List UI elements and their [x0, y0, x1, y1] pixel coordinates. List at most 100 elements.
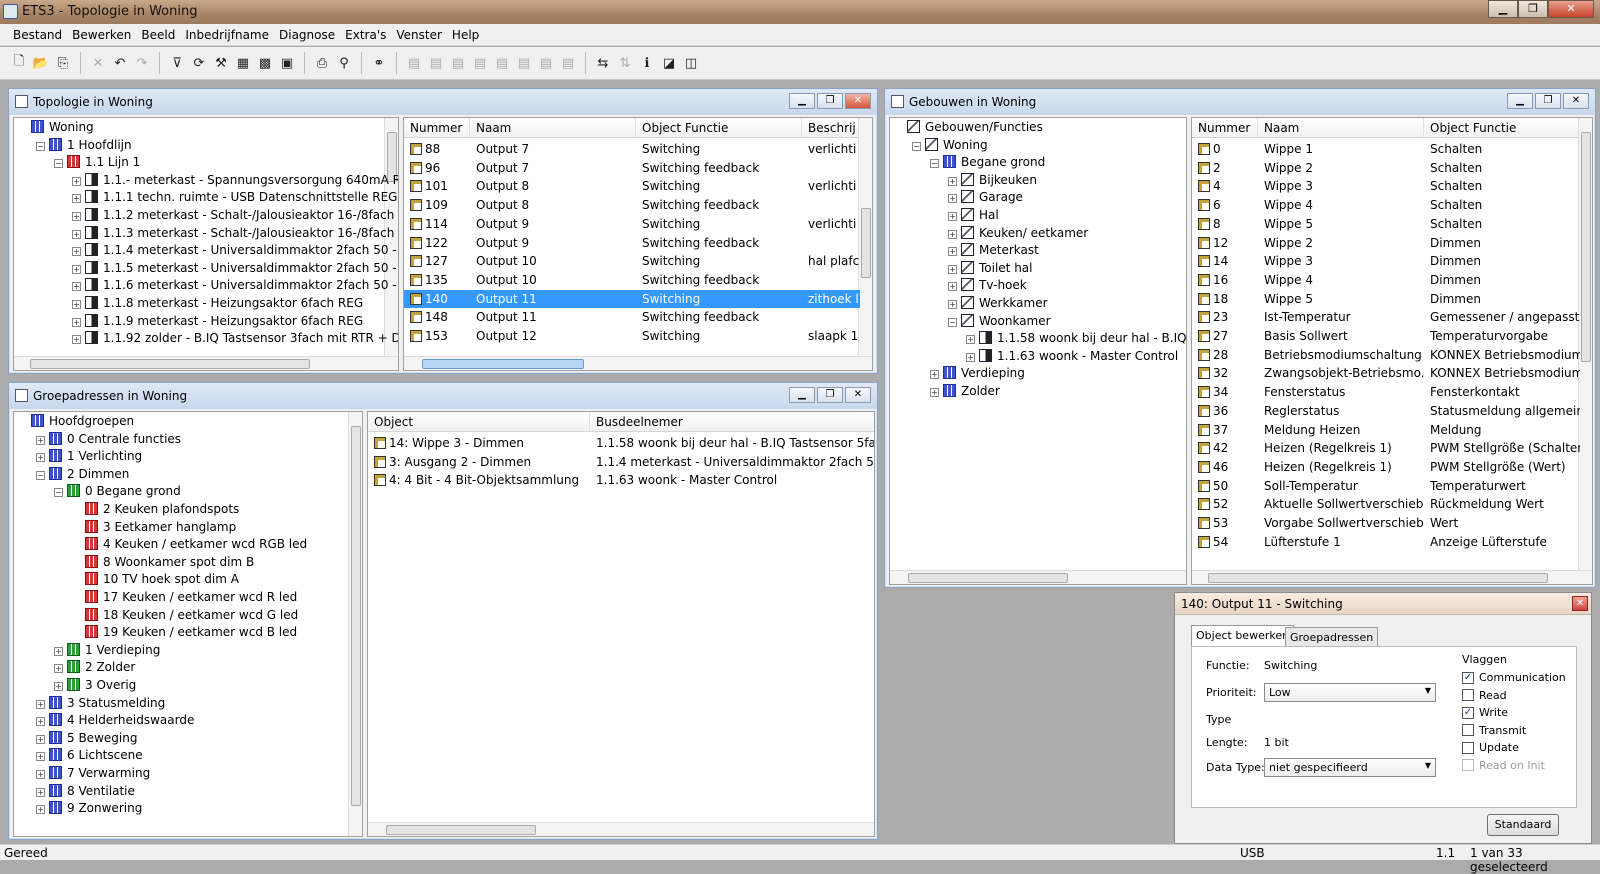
tree-node[interactable]: +9 Zonwering [36, 799, 142, 817]
download-icon[interactable]: ▤ [471, 54, 489, 72]
tree-node[interactable]: − 2 Dimmen [36, 465, 129, 483]
horizontal-scrollbar[interactable] [1192, 570, 1592, 584]
expand-icon[interactable]: + [72, 194, 81, 204]
flag-checkbox[interactable]: ✓ Write [1462, 706, 1508, 719]
print-icon[interactable]: ⎙ [313, 54, 331, 72]
vertical-scrollbar[interactable] [1578, 118, 1592, 570]
standaard-button[interactable]: Standaard [1487, 814, 1559, 836]
tree-node[interactable]: Gebouwen/Functies [894, 118, 1043, 136]
tree-node[interactable]: +5 Beweging [36, 729, 137, 747]
flag-checkbox[interactable]: Transmit [1462, 724, 1526, 737]
collapse-icon[interactable]: − [36, 470, 45, 480]
tree-node[interactable]: +1.1.8 meterkast - Heizungsaktor 6fach R… [72, 294, 363, 312]
tree-node[interactable]: + Toilet hal [948, 259, 1033, 277]
table-row[interactable]: 46 Heizen (Regelkreis 1) PWM Stellgröße (W… [1192, 458, 1580, 476]
expand-icon[interactable]: + [54, 646, 63, 656]
column-header[interactable]: Object Functie [636, 118, 802, 137]
tree-node[interactable]: +1.1.5 meterkast - Universaldimmaktor 2f… [72, 259, 398, 277]
maximize-button[interactable]: ❐ [1518, 0, 1548, 18]
table-row[interactable]: 18 Wippe 5 Dimmen [1192, 290, 1580, 308]
table-row[interactable]: 88 Output 7 Switching verlichti [404, 140, 860, 158]
diagnostics-icon[interactable]: ◫ [682, 54, 700, 72]
prioriteit-select[interactable]: Low ▼ [1264, 683, 1436, 702]
column-header[interactable]: Nummer [1192, 118, 1258, 137]
tree-node[interactable]: +1.1.9 meterkast - Heizungsaktor 6fach R… [72, 312, 363, 330]
column-header[interactable]: Object Functie [1424, 118, 1580, 137]
collapse-icon[interactable]: − [54, 159, 63, 169]
expand-icon[interactable]: + [948, 282, 957, 292]
group-monitor-icon[interactable]: ⇅ [616, 54, 634, 72]
table-icon[interactable]: ▦ [234, 54, 252, 72]
menu-inbedrijfname[interactable]: Inbedrijfname [180, 24, 274, 45]
table-row[interactable]: 37 Meldung Heizen Meldung [1192, 421, 1580, 439]
tab-object-bewerken[interactable]: Object bewerken [1191, 625, 1295, 647]
chart-icon[interactable]: ◪ [660, 54, 678, 72]
buildings-tree[interactable]: Gebouwen/Functies − Woning − Begane grond + Bi… [889, 117, 1187, 585]
minimize-button[interactable]: ▁ [1507, 93, 1533, 109]
tree-node[interactable]: +4 Helderheidswaarde [36, 711, 194, 729]
table-row[interactable]: 109 Output 8 Switching feedback [404, 196, 860, 214]
expand-icon[interactable]: + [36, 770, 45, 779]
expand-icon[interactable]: + [72, 335, 81, 345]
table-row[interactable]: 3: Ausgang 2 - Dimmen 1.1.4 meterkast - U… [368, 453, 874, 471]
tree-node[interactable]: +1.1.2 meterkast - Schalt-/Jalousieaktor… [72, 206, 398, 224]
column-header[interactable]: Naam [1258, 118, 1424, 137]
tree-node[interactable]: + Keuken/ eetkamer [948, 224, 1088, 242]
info-icon[interactable]: ℹ [638, 54, 656, 72]
redo-icon[interactable]: ↷ [133, 54, 151, 72]
tree-node[interactable]: − 0 Begane grond [54, 482, 181, 500]
collapse-icon[interactable]: − [930, 159, 939, 169]
tree-node[interactable]: Woning [18, 118, 94, 136]
expand-icon[interactable]: + [36, 787, 45, 797]
tree-node[interactable]: +0 Centrale functies [36, 430, 181, 448]
expand-icon[interactable]: + [72, 264, 81, 274]
table-row[interactable]: 54 Lüfterstufe 1 Anzeige Lüfterstufe [1192, 533, 1580, 551]
table-row[interactable]: 36 Reglerstatus Statusmeldung allgemein [1192, 402, 1580, 420]
table-row[interactable]: 4: 4 Bit - 4 Bit-Objektsammlung 1.1.63 wo… [368, 471, 874, 489]
tree-node[interactable]: − Woonkamer [948, 312, 1051, 330]
tree-node[interactable]: + Meterkast [948, 241, 1039, 259]
download-icon[interactable]: ▤ [515, 54, 533, 72]
tree-node[interactable]: + Werkkamer [948, 294, 1048, 312]
expand-icon[interactable]: + [54, 682, 63, 691]
tree-node[interactable]: − Woning [912, 136, 988, 154]
tree-node[interactable]: +1.1.1 techn. ruimte - USB Datenschnitts… [72, 188, 397, 206]
expand-icon[interactable]: + [948, 300, 957, 309]
column-header[interactable]: Naam [470, 118, 636, 137]
table-row[interactable]: 16 Wippe 4 Dimmen [1192, 271, 1580, 289]
tree-node[interactable]: − 1 Hoofdlijn [36, 136, 132, 154]
download-icon[interactable]: ▤ [559, 54, 577, 72]
minimize-button[interactable]: ▁ [789, 93, 815, 109]
expand-icon[interactable]: + [948, 176, 957, 186]
menu-extras[interactable]: Extra's [340, 24, 391, 45]
table-row[interactable]: 101 Output 8 Switching verlichti [404, 177, 860, 195]
expand-icon[interactable]: + [948, 194, 957, 204]
menu-diagnose[interactable]: Diagnose [274, 24, 340, 45]
table-row[interactable]: 148 Output 11 Switching feedback [404, 308, 860, 326]
search-device-icon[interactable]: ⚲ [335, 54, 353, 72]
group-object-list[interactable]: Object Busdeelnemer 14: Wippe 3 - Dimmen… [367, 411, 875, 837]
table-row[interactable]: 27 Basis Sollwert Temperaturvorgabe [1192, 327, 1580, 345]
tree-node[interactable]: +1.1.6 meterkast - Universaldimmaktor 2f… [72, 276, 398, 294]
close-button[interactable]: ✕ [845, 93, 871, 109]
refresh-icon[interactable]: ⟳ [190, 54, 208, 72]
group-tree[interactable]: Hoofdgroepen +0 Centrale functies +1 Verli… [13, 411, 363, 837]
tree-node[interactable]: +3 Overig [54, 676, 136, 694]
expand-icon[interactable]: + [948, 212, 957, 221]
binoculars-icon[interactable]: ⚭ [370, 54, 388, 72]
open-folder-icon[interactable]: 📂 [32, 54, 50, 72]
table-row[interactable]: 12 Wippe 2 Dimmen [1192, 234, 1580, 252]
delete-icon[interactable]: ✕ [89, 54, 107, 72]
expand-icon[interactable]: + [948, 247, 957, 257]
tree-node[interactable]: + Hal [948, 206, 999, 224]
tree-node[interactable]: +1 Verlichting [36, 447, 142, 465]
table-row[interactable]: 153 Output 12 Switching slaapk 1 [404, 327, 860, 345]
collapse-icon[interactable]: − [54, 488, 63, 498]
table-row[interactable]: 53 Vorgabe Sollwertverschieb... Wert [1192, 514, 1580, 532]
expand-icon[interactable]: + [72, 317, 81, 327]
close-button[interactable]: ✕ [845, 387, 871, 403]
flag-checkbox[interactable]: ✓ Communication [1462, 671, 1566, 684]
expand-icon[interactable]: + [36, 435, 45, 445]
table-row[interactable]: 2 Wippe 2 Schalten [1192, 159, 1580, 177]
table-row[interactable]: 28 Betriebsmodiumschaltung KONNEX Betriebs… [1192, 346, 1580, 364]
